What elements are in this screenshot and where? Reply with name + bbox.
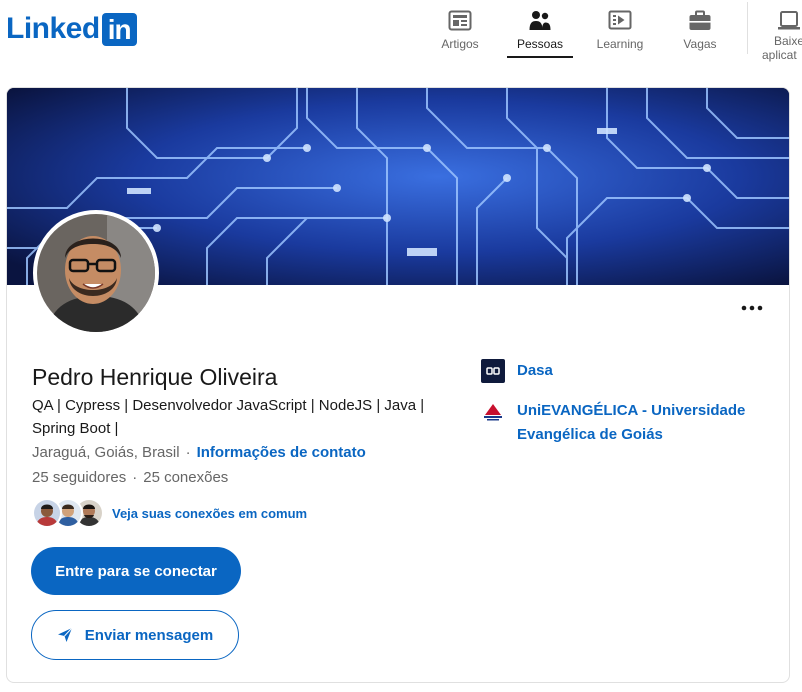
org-name: UniEVANGÉLICA - Universidade Evangélica …	[517, 402, 746, 443]
profile-name: Pedro Henrique Oliveira	[32, 364, 278, 390]
download-app-label: Baixe aplicat	[762, 34, 802, 62]
nav-label: Learning	[596, 37, 644, 51]
profile-stats: 25 seguidores · 25 conexões	[32, 468, 228, 488]
top-nav-bar: Linked in Artigos Pessoas Learning Vagas…	[0, 0, 802, 68]
profile-location-row: Jaraguá, Goiás, Brasil · Informações de co…	[32, 443, 366, 463]
nav-label: Artigos	[441, 37, 479, 51]
people-icon	[527, 8, 553, 34]
main-nav: Artigos Pessoas Learning Vagas	[420, 6, 740, 62]
profile-headline: QA | Cypress | Desenvolvedor JavaScript …	[32, 397, 425, 437]
separator-dot: ·	[185, 444, 191, 461]
dasa-logo-icon	[481, 359, 505, 383]
mutual-avatars	[32, 498, 104, 528]
send-message-label: Enviar mensagem	[84, 626, 214, 644]
jobs-icon	[687, 8, 713, 34]
mutual-connections[interactable]: Veja suas conexões em comum	[32, 496, 307, 530]
device-icon	[776, 8, 802, 34]
articles-icon	[447, 8, 473, 34]
nav-divider	[747, 2, 748, 54]
learning-icon	[607, 8, 633, 34]
logo-wordmark: Linked	[6, 12, 100, 45]
nav-item-learning[interactable]: Learning	[580, 6, 660, 56]
followers-count: 25 seguidores	[32, 469, 127, 486]
logo-in-box: in	[101, 12, 137, 46]
profile-card: Pedro Henrique Oliveira QA | Cypress | D…	[6, 87, 790, 683]
download-app-link[interactable]: Baixe aplicat	[762, 6, 802, 62]
org-dasa[interactable]: Dasa	[481, 359, 757, 383]
connections-count: 25 conexões	[143, 469, 229, 486]
ellipsis-icon	[741, 305, 763, 311]
org-unievangelica[interactable]: UniEVANGÉLICA - Universidade Evangélica …	[481, 399, 757, 447]
nav-label: Pessoas	[516, 37, 564, 51]
linkedin-logo[interactable]: Linked in	[6, 12, 137, 46]
university-logo-icon	[481, 399, 505, 423]
org-name: Dasa	[517, 362, 553, 379]
mutual-connections-link[interactable]: Veja suas conexões em comum	[112, 506, 307, 521]
send-icon	[57, 627, 73, 643]
nav-item-pessoas[interactable]: Pessoas	[500, 6, 580, 58]
nav-label: Vagas	[683, 37, 717, 51]
connect-button[interactable]: Entre para se conectar	[31, 547, 241, 595]
profile-photo[interactable]	[33, 210, 159, 336]
more-options-button[interactable]	[737, 296, 767, 320]
contact-info-link[interactable]: Informações de contato	[197, 444, 366, 461]
send-message-button[interactable]: Enviar mensagem	[31, 610, 239, 660]
separator-dot: ·	[132, 469, 138, 486]
nav-item-artigos[interactable]: Artigos	[420, 6, 500, 56]
avatar	[32, 498, 62, 528]
nav-item-vagas[interactable]: Vagas	[660, 6, 740, 56]
profile-location: Jaraguá, Goiás, Brasil	[32, 444, 180, 461]
